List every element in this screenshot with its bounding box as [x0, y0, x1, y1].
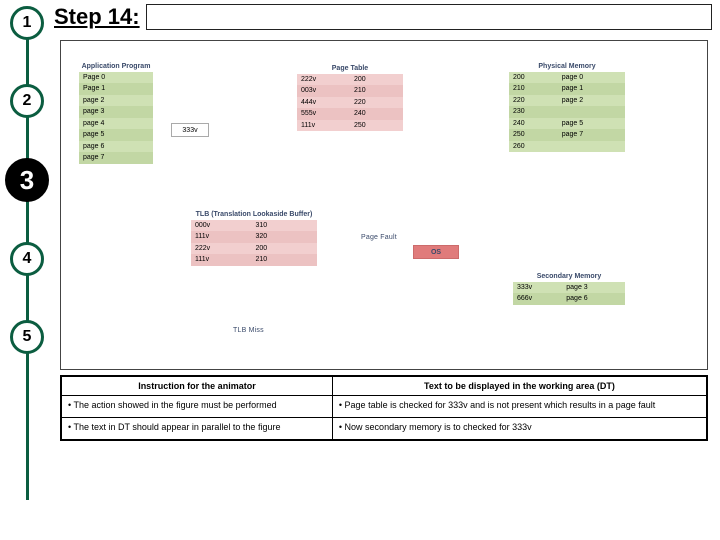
table-row: 260 [509, 141, 558, 152]
step-4: 4 [10, 242, 44, 276]
application-program: Application Program Page 0 Page 1 page 2… [79, 63, 153, 164]
step-title: Step 14: [54, 4, 140, 30]
table-row: 111v [191, 254, 251, 265]
instr-right-1: Page table is checked for 333v and is no… [332, 396, 706, 418]
table-row: 200 [509, 72, 558, 83]
physical-memory-table: 200page 0 210page 1 220page 2 230 240pag… [509, 72, 625, 152]
instr-right-2: Now secondary memory is to checked for 3… [332, 418, 706, 440]
instr-head-left: Instruction for the animator [62, 377, 333, 396]
tlb: TLB (Translation Lookaside Buffer) 000v3… [191, 211, 317, 268]
secondary-memory-caption: Secondary Memory [513, 273, 625, 280]
table-row: page 6 [79, 141, 153, 152]
table-row: 250 [509, 129, 558, 140]
table-row: 111v [297, 120, 350, 131]
page-table: Page Table 222v200 003v210 444v220 555v2… [297, 65, 403, 131]
table-row: 222v [297, 74, 350, 85]
header: Step 14: [54, 2, 712, 32]
table-row: 666v [513, 293, 562, 304]
table-row: 240 [509, 118, 558, 129]
table-row: 555v [297, 108, 350, 119]
secondary-memory-table: 333vpage 3 666vpage 6 [513, 282, 625, 305]
diagram-canvas: Application Program Page 0 Page 1 page 2… [60, 40, 708, 370]
table-row: 230 [509, 106, 558, 117]
table-row: 333v [513, 282, 562, 293]
step-3-current: 3 [5, 158, 49, 202]
tlb-table: 000v310 111v320 222v200 111v210 [191, 220, 317, 268]
step-rail: 1 2 3 4 5 [0, 0, 54, 540]
page-fault-label: Page Fault [361, 234, 397, 241]
table-row: Page 1 [79, 83, 153, 94]
tlb-caption: TLB (Translation Lookaside Buffer) [191, 211, 317, 218]
table-row: 220 [509, 95, 558, 106]
table-row: page 2 [79, 95, 153, 106]
table-row: 444v [297, 97, 350, 108]
secondary-memory: Secondary Memory 333vpage 3 666vpage 6 [513, 273, 625, 305]
step-5: 5 [10, 320, 44, 354]
instruction-table: Instruction for the animator Text to be … [60, 375, 708, 441]
step-1: 1 [10, 6, 44, 40]
table-row: page 7 [79, 152, 153, 163]
table-row: 111v [191, 231, 251, 242]
instr-left-2: The text in DT should appear in parallel… [62, 418, 333, 440]
page-table-table: 222v200 003v210 444v220 555v240 111v250 [297, 74, 403, 131]
table-row: page 3 [79, 106, 153, 117]
table-row: Page 0 [79, 72, 153, 83]
table-row: page 4 [79, 118, 153, 129]
physical-memory-caption: Physical Memory [509, 63, 625, 70]
step-2: 2 [10, 84, 44, 118]
table-row: 000v [191, 220, 251, 231]
tlb-miss-label: TLB Miss [233, 327, 264, 334]
table-row: 222v [191, 243, 251, 254]
table-row: 003v [297, 85, 350, 96]
app-program-caption: Application Program [79, 63, 153, 70]
page-table-caption: Page Table [297, 65, 403, 72]
table-row: 210 [509, 83, 558, 94]
instr-left-1: The action showed in the figure must be … [62, 396, 333, 418]
table-row: page 5 [79, 129, 153, 140]
virtual-address-box: 333v [171, 123, 209, 137]
physical-memory: Physical Memory 200page 0 210page 1 220p… [509, 63, 625, 152]
os-box: OS [413, 245, 459, 259]
app-program-table: Page 0 Page 1 page 2 page 3 page 4 page … [79, 72, 153, 164]
title-input-box [146, 4, 712, 30]
instr-head-right: Text to be displayed in the working area… [332, 377, 706, 396]
table-row [191, 266, 251, 268]
